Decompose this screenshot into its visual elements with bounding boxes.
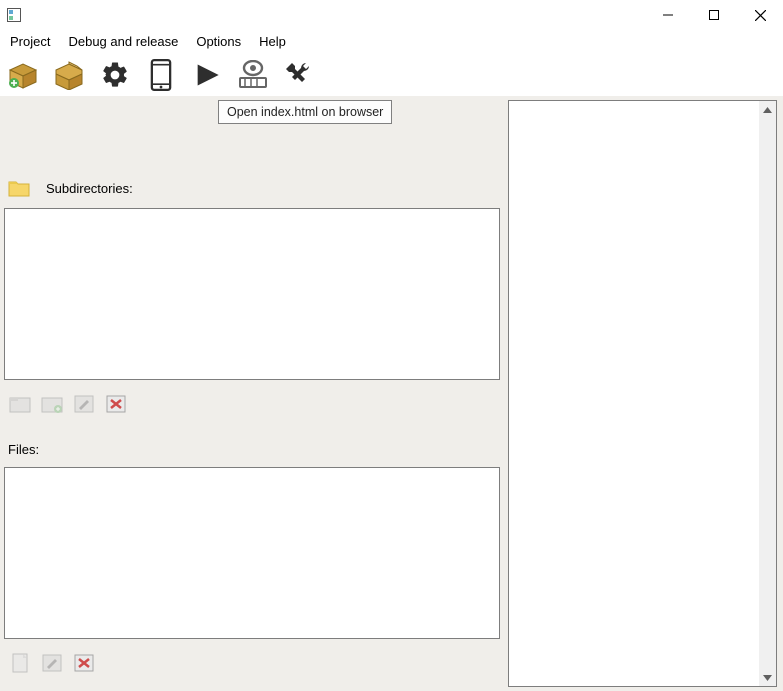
scrollbar[interactable] <box>759 101 776 686</box>
close-button[interactable] <box>737 0 783 30</box>
new-project-button[interactable] <box>6 58 40 92</box>
menu-debug[interactable]: Debug and release <box>62 32 184 51</box>
files-list[interactable] <box>4 467 500 639</box>
files-label: Files: <box>4 442 504 457</box>
subdirs-toolbar <box>4 392 504 416</box>
subdirs-label: Subdirectories: <box>46 181 133 196</box>
delete-file-button[interactable] <box>72 651 96 675</box>
folder-icon <box>8 178 28 198</box>
settings-button[interactable] <box>98 58 132 92</box>
open-project-button[interactable] <box>52 58 86 92</box>
menu-help[interactable]: Help <box>253 32 292 51</box>
edit-file-button[interactable] <box>40 651 64 675</box>
left-pane: Subdirectories: Files: <box>0 96 508 691</box>
right-list[interactable] <box>508 100 777 687</box>
maximize-button[interactable] <box>691 0 737 30</box>
window-controls <box>645 0 783 30</box>
scroll-up-button[interactable] <box>759 101 776 118</box>
subdirectories-list[interactable] <box>4 208 500 380</box>
run-button[interactable] <box>190 58 224 92</box>
minimize-button[interactable] <box>645 0 691 30</box>
new-folder-button[interactable] <box>40 392 64 416</box>
right-pane <box>508 96 783 691</box>
open-folder-button[interactable] <box>8 392 32 416</box>
scroll-down-button[interactable] <box>759 669 776 686</box>
delete-folder-button[interactable] <box>104 392 128 416</box>
menu-options[interactable]: Options <box>190 32 247 51</box>
menubar: Project Debug and release Options Help <box>0 30 783 52</box>
open-browser-button[interactable] <box>236 58 270 92</box>
files-toolbar <box>4 651 504 675</box>
toolbar: Open index.html on browser <box>0 52 783 96</box>
tools-button[interactable] <box>282 58 316 92</box>
device-button[interactable] <box>144 58 178 92</box>
edit-folder-button[interactable] <box>72 392 96 416</box>
menu-project[interactable]: Project <box>4 32 56 51</box>
app-icon <box>6 7 22 23</box>
titlebar <box>0 0 783 30</box>
content-area: Subdirectories: Files: <box>0 96 783 691</box>
new-file-button[interactable] <box>8 651 32 675</box>
subdirs-heading: Subdirectories: <box>4 178 504 198</box>
tooltip: Open index.html on browser <box>218 100 392 124</box>
